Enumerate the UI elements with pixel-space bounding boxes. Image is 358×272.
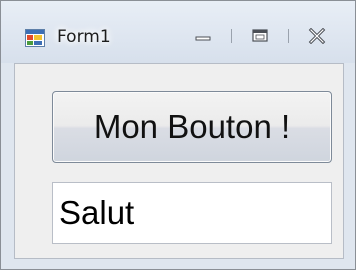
control-separator [288, 29, 289, 43]
text-box[interactable]: Salut [52, 182, 332, 244]
close-icon [308, 28, 326, 44]
mon-bouton-button[interactable]: Mon Bouton ! [52, 91, 332, 163]
close-button[interactable] [291, 22, 343, 50]
window-controls [177, 21, 343, 51]
control-separator [231, 29, 232, 43]
minimize-icon [195, 36, 211, 41]
title-bar[interactable]: Form1 [1, 1, 355, 63]
maximize-icon [252, 29, 268, 42]
text-box-value: Salut [59, 194, 135, 231]
app-icon[interactable] [25, 29, 45, 47]
maximize-button[interactable] [234, 22, 286, 50]
minimize-button[interactable] [177, 22, 229, 50]
form-client-area: Mon Bouton ! Salut [14, 63, 344, 259]
form-window: Form1 Mon Bouton ! Salut [0, 0, 356, 270]
window-title: Form1 [57, 27, 111, 47]
